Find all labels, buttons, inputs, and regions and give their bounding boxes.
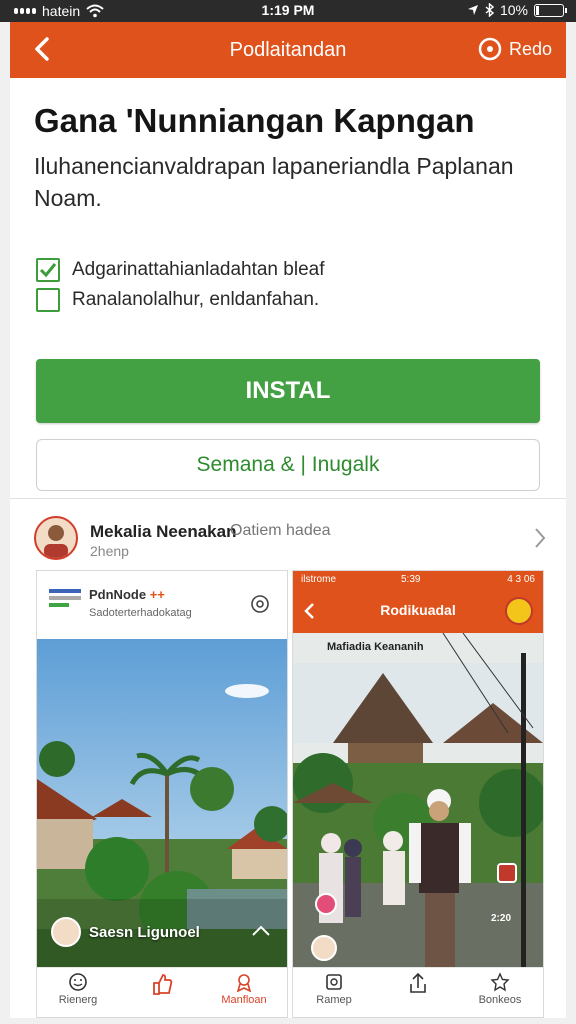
app-bar: Podlaitandan Redo <box>10 22 566 78</box>
preview-screenshot-2[interactable]: ilstrome 5:39 4 3 06 Rodikuadal Mafiadia… <box>292 570 544 1018</box>
bluetooth-icon <box>485 3 494 17</box>
nav-map: Ramep <box>299 972 369 1006</box>
menu-lines-icon <box>49 589 81 607</box>
option-checkbox-2[interactable]: Ranalanolalhur, enldanfahan. <box>36 288 319 312</box>
award-icon <box>236 974 252 992</box>
location-icon <box>467 5 478 15</box>
nav-awards: Manfloan <box>209 972 279 1006</box>
app-listing-description: Iluhanencianvaldrapan lapaneriandla Papl… <box>34 153 514 211</box>
content-panel: Gana 'Nunniangan Kapngan Iluhanencianval… <box>10 78 566 1018</box>
battery-label: 10% <box>499 2 528 18</box>
option-checkbox-1[interactable]: Adgarinattahianladahtan bleaf <box>36 258 324 282</box>
battery-icon <box>534 3 567 17</box>
preview-1-brand-a: PdnNode <box>89 587 147 602</box>
preview-1-brand: PdnNode ++ <box>89 587 165 602</box>
preview-1-tagline: Sadoterterhadokatag <box>89 607 192 619</box>
status-right: 10% <box>467 2 567 18</box>
stop-icon <box>497 863 517 883</box>
preview-2-status-time: 5:39 <box>401 574 421 585</box>
chevron-right-icon[interactable] <box>532 526 548 550</box>
preview-2-avatar <box>311 935 337 961</box>
nav-bookmarks-label: Bonkeos <box>478 994 522 1006</box>
settings-icon <box>251 595 269 613</box>
smiley-icon <box>69 973 87 991</box>
author-name: Mekalia Neenakan <box>90 522 237 541</box>
record-icon <box>315 893 337 915</box>
nav-home-label: Rienerg <box>58 994 98 1006</box>
nav-home: Rienerg <box>43 972 113 1006</box>
option-label-1: Adgarinattahianladahtan bleaf <box>72 259 325 280</box>
preview-2-app-bar: Rodikuadal <box>293 589 543 633</box>
share-icon <box>252 925 270 936</box>
battery-fill <box>536 5 539 15</box>
preview-1-bottom-nav: Rienerg Manfloan <box>37 967 287 1017</box>
upload-icon <box>410 972 426 993</box>
preview-2-timer: 2:20 <box>491 913 512 924</box>
caption-avatar <box>51 917 81 947</box>
preview-2-status-left: ilstrome <box>301 574 337 585</box>
nav-awards-label: Manfloan <box>221 994 267 1006</box>
section-divider <box>10 498 566 499</box>
install-button[interactable]: INSTAL <box>36 359 540 423</box>
nav-upload <box>383 972 453 996</box>
thumb-up-icon <box>153 974 173 995</box>
help-label: Redo <box>508 38 552 59</box>
preview-2-status-bar: ilstrome 5:39 4 3 06 <box>293 571 543 589</box>
preview-screenshot-1[interactable]: PdnNode ++ Sadoterterhadokatag Saesn Lig… <box>36 570 288 1018</box>
preview-1-header: PdnNode ++ Sadoterterhadokatag <box>37 571 287 639</box>
preview-2-status-right: 4 3 06 <box>507 574 535 585</box>
nav-bookmarks: Bonkeos <box>465 972 535 1006</box>
star-icon <box>490 972 510 992</box>
author-time: 2henp <box>90 543 129 559</box>
preview-1-caption: Saesn Ligunoel <box>51 917 200 947</box>
author-row[interactable]: Mekalia Neenakan Oatiem hadea 2henp <box>34 516 554 562</box>
checkbox-checked-icon[interactable] <box>36 258 60 282</box>
preview-2-bottom-nav: Ramep Bonkeos <box>293 967 543 1017</box>
help-button[interactable]: Redo <box>477 36 552 62</box>
help-circle-icon <box>478 37 502 61</box>
nav-map-label: Ramep <box>316 994 352 1006</box>
badge-icon <box>505 597 533 625</box>
app-listing-title: Gana 'Nunniangan Kapngan <box>34 102 475 139</box>
person-icon <box>44 525 68 558</box>
nav-like <box>127 972 197 998</box>
secondary-button[interactable]: Semana & | Inugalk <box>36 439 540 491</box>
caption-text: Saesn Ligunoel <box>89 923 200 941</box>
option-label-2: Ranalanolalhur, enldanfahan. <box>72 289 320 310</box>
author-avatar[interactable] <box>34 516 78 560</box>
preview-1-brand-b: ++ <box>149 587 165 602</box>
preview-2-heading: Mafiadia Keananih <box>327 641 424 653</box>
checkbox-unchecked-icon[interactable] <box>36 288 60 312</box>
status-bar: hatein 1:19 PM 10% <box>0 0 576 22</box>
map-icon <box>326 974 342 990</box>
author-subtitle: Oatiem hadea <box>230 522 331 539</box>
